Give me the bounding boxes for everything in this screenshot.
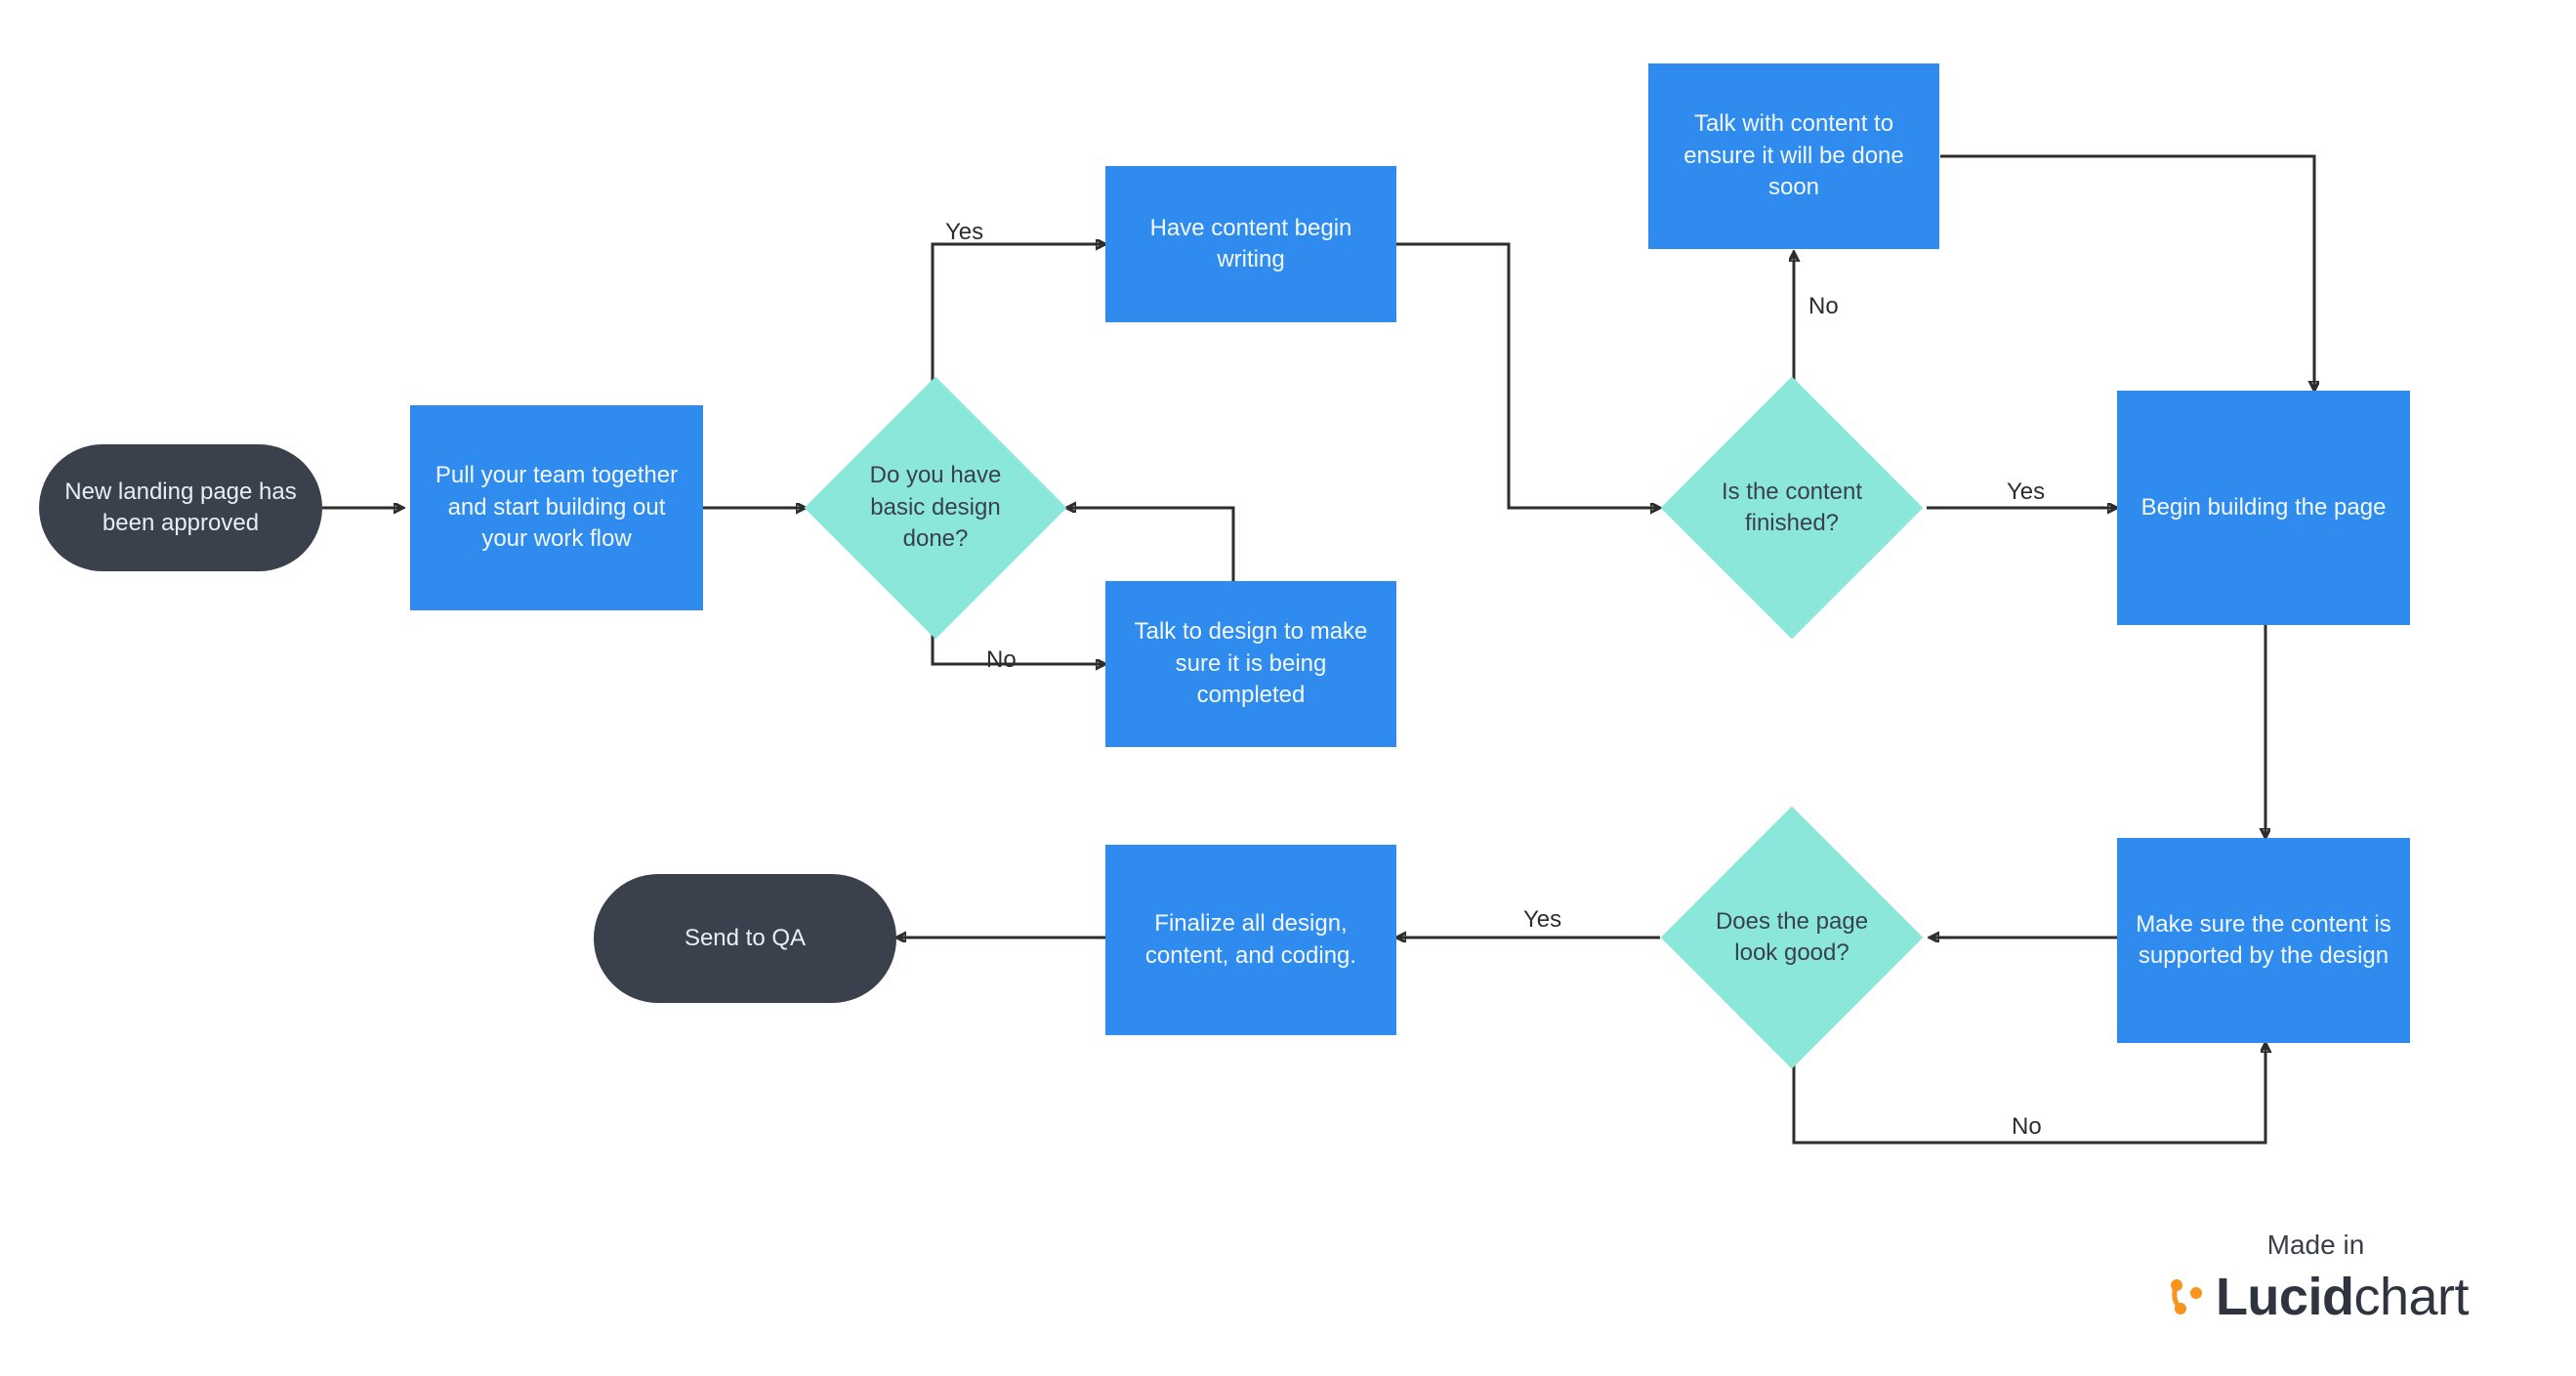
edge-label-no-3: No — [2012, 1113, 2042, 1141]
footer-brand: Lucidchart — [2163, 1267, 2469, 1327]
footer-made-in: Made in — [2163, 1230, 2469, 1261]
decision-content-finished: Is the content finished? — [1699, 415, 1885, 601]
process-pull-team-label: Pull your team together and start buildi… — [424, 460, 689, 555]
process-pull-team: Pull your team together and start buildi… — [410, 405, 703, 610]
flowchart-canvas: New landing page has been approved Pull … — [0, 0, 2576, 1376]
brand-bold: Lucid — [2216, 1268, 2354, 1326]
terminator-send-qa: Send to QA — [594, 874, 896, 1003]
terminator-start: New landing page has been approved — [39, 444, 322, 571]
footer: Made in Lucidchart — [2163, 1230, 2469, 1327]
edge-label-yes-2: Yes — [2007, 479, 2045, 506]
brand-text: Lucidchart — [2216, 1267, 2469, 1327]
process-talk-content-label: Talk with content to ensure it will be d… — [1662, 108, 1926, 203]
decision-look-good: Does the page look good? — [1699, 845, 1885, 1030]
edge-label-yes-1: Yes — [945, 219, 983, 246]
brand-rest: chart — [2353, 1268, 2469, 1326]
process-finalize: Finalize all design, content, and coding… — [1105, 845, 1396, 1035]
process-finalize-label: Finalize all design, content, and coding… — [1119, 908, 1383, 972]
process-make-sure-label: Make sure the content is supported by th… — [2131, 909, 2396, 973]
decision-basic-design: Do you have basic design done? — [843, 415, 1028, 601]
lucidchart-logo-icon — [2163, 1275, 2206, 1318]
edge-label-no-2: No — [1808, 293, 1839, 320]
process-have-content-label: Have content begin writing — [1119, 213, 1383, 276]
process-talk-design: Talk to design to make sure it is being … — [1105, 581, 1396, 747]
decision-basic-design-label: Do you have basic design done? — [856, 460, 1015, 555]
decision-content-finished-label: Is the content finished? — [1713, 477, 1871, 540]
edge-label-no-1: No — [986, 646, 1017, 674]
decision-look-good-label: Does the page look good? — [1713, 906, 1871, 970]
terminator-start-label: New landing page has been approved — [53, 477, 309, 540]
process-begin-build: Begin building the page — [2117, 391, 2410, 625]
process-talk-design-label: Talk to design to make sure it is being … — [1119, 616, 1383, 711]
terminator-send-qa-label: Send to QA — [685, 923, 806, 954]
process-make-sure: Make sure the content is supported by th… — [2117, 838, 2410, 1043]
process-talk-content: Talk with content to ensure it will be d… — [1648, 63, 1939, 249]
edge-label-yes-3: Yes — [1523, 906, 1561, 934]
process-have-content: Have content begin writing — [1105, 166, 1396, 322]
process-begin-build-label: Begin building the page — [2141, 492, 2387, 523]
